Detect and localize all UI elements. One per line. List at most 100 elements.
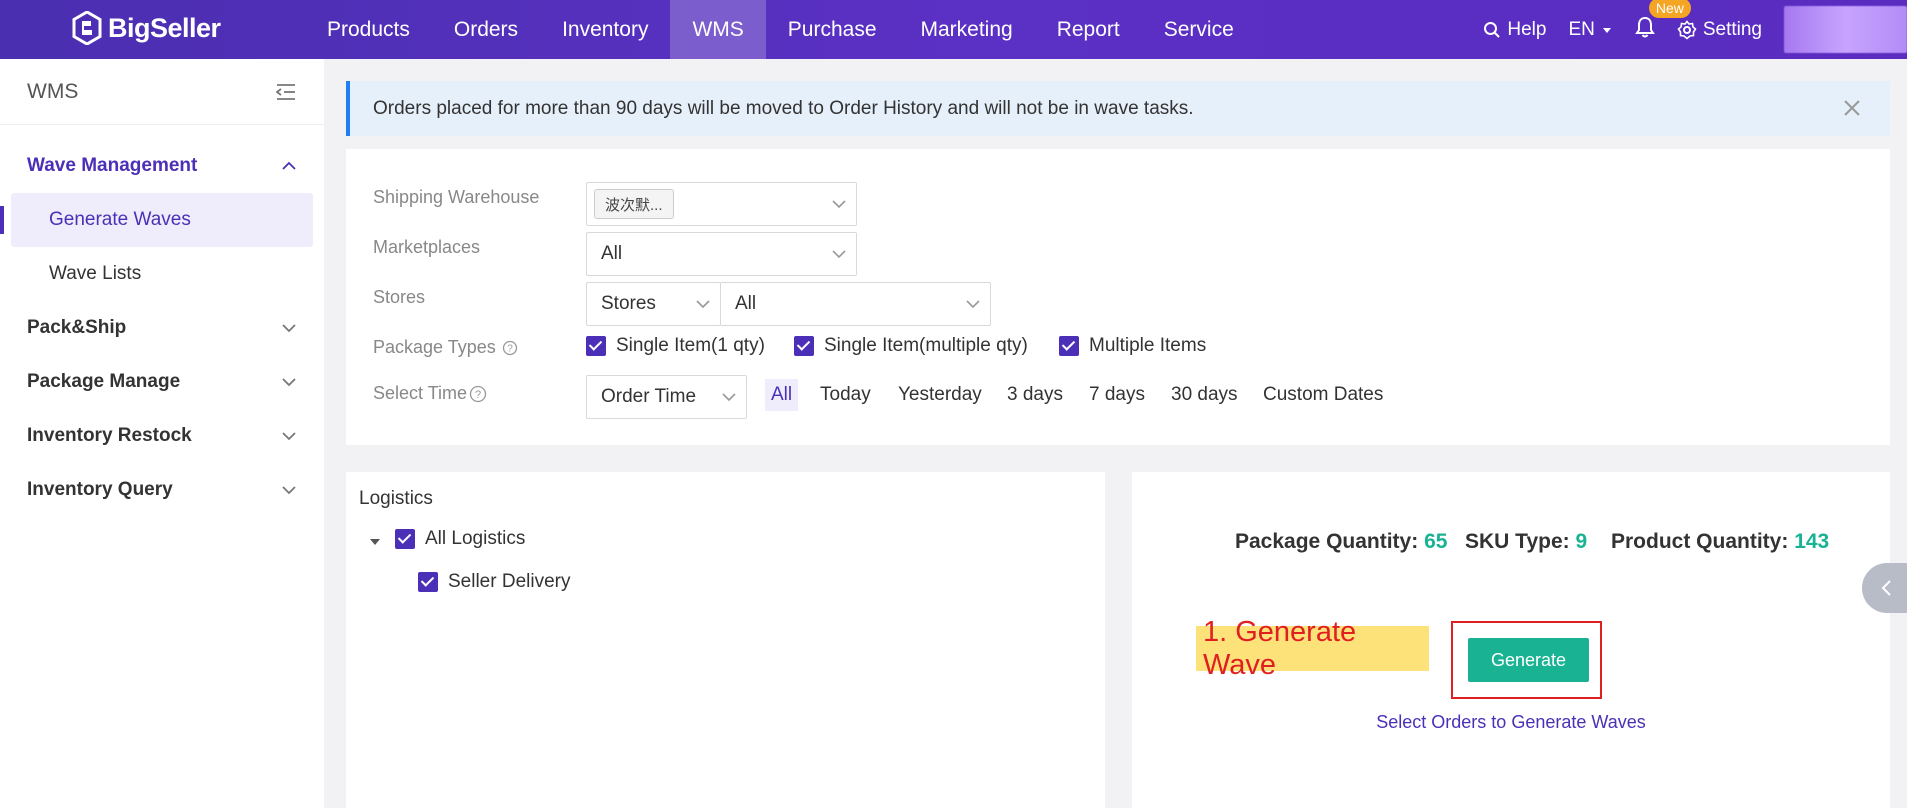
package-quantity-stat: Package Quantity: 65 xyxy=(1235,530,1447,554)
sidebar-group-label: Wave Management xyxy=(27,155,198,176)
annotation-label: 1. Generate Wave xyxy=(1196,616,1429,681)
stores-type-value: Stores xyxy=(601,293,656,314)
brand-name: BigSeller xyxy=(108,12,221,43)
package-types-label: Package Types xyxy=(373,337,496,357)
seller-delivery-label: Seller Delivery xyxy=(448,571,571,592)
sidebar-item-wave-lists[interactable]: Wave Lists xyxy=(0,247,324,301)
checkbox-checked[interactable] xyxy=(418,572,438,592)
nav-service[interactable]: Service xyxy=(1142,0,1256,59)
package-type-multiple[interactable]: Multiple Items xyxy=(1059,335,1206,357)
help-circle-icon[interactable]: ? xyxy=(502,340,518,356)
help-link[interactable]: Help xyxy=(1483,19,1546,41)
notifications-button[interactable]: New xyxy=(1634,0,1691,44)
marketplaces-label: Marketplaces xyxy=(373,237,481,257)
close-icon[interactable] xyxy=(1839,95,1865,121)
sidebar-group-label: Inventory Query xyxy=(27,479,173,500)
sidebar-group-package-manage[interactable]: Package Manage xyxy=(0,355,324,409)
time-option-3-days[interactable]: 3 days xyxy=(1007,379,1063,411)
package-type-single-multi[interactable]: Single Item(multiple qty) xyxy=(794,335,1028,357)
setting-link[interactable]: Setting xyxy=(1677,19,1762,41)
marketplaces-value: All xyxy=(601,243,623,264)
sku-type-stat: SKU Type: 9 xyxy=(1465,530,1587,554)
setting-label: Setting xyxy=(1702,18,1762,40)
gear-icon xyxy=(1677,19,1697,40)
package-type-single-1[interactable]: Single Item(1 qty) xyxy=(586,335,765,357)
language-label: EN xyxy=(1568,18,1595,40)
nav-orders[interactable]: Orders xyxy=(432,0,540,59)
checkbox-checked[interactable] xyxy=(1059,336,1079,356)
caret-down-icon[interactable] xyxy=(369,537,381,547)
time-option-custom-dates[interactable]: Custom Dates xyxy=(1263,379,1383,411)
nav-inventory[interactable]: Inventory xyxy=(540,0,670,59)
product-quantity-stat: Product Quantity: 143 xyxy=(1611,530,1829,554)
sidebar-title: WMS xyxy=(27,79,79,103)
info-alert: Orders placed for more than 90 days will… xyxy=(346,81,1890,136)
time-option-30-days[interactable]: 30 days xyxy=(1171,379,1238,411)
checkbox-checked[interactable] xyxy=(395,529,415,549)
select-time-label-wrap: Select Time ? xyxy=(373,383,487,404)
shipping-warehouse-label: Shipping Warehouse xyxy=(373,187,540,207)
time-option-yesterday[interactable]: Yesterday xyxy=(898,379,982,411)
bigseller-logo[interactable]: BigSeller xyxy=(72,11,221,45)
shipping-warehouse-select[interactable]: 波次默... xyxy=(586,182,857,226)
user-avatar[interactable] xyxy=(1784,6,1907,53)
main-nav: Products Orders Inventory WMS Purchase M… xyxy=(305,0,1256,59)
collapse-menu-icon[interactable] xyxy=(276,83,296,101)
all-logistics-label: All Logistics xyxy=(425,528,526,549)
bigseller-logo-icon xyxy=(72,11,102,45)
time-type-value: Order Time xyxy=(601,386,697,407)
checkbox-checked[interactable] xyxy=(794,336,814,356)
time-option-7-days[interactable]: 7 days xyxy=(1089,379,1145,411)
chevron-down-icon xyxy=(832,250,846,259)
chevron-down-icon xyxy=(282,324,296,333)
package-quantity-label: Package Quantity: xyxy=(1235,530,1419,553)
stores-select[interactable]: All xyxy=(720,282,991,326)
sidebar-header: WMS xyxy=(0,59,324,125)
chevron-down-icon xyxy=(282,432,296,441)
stores-type-select[interactable]: Stores xyxy=(586,282,721,326)
package-quantity-value: 65 xyxy=(1424,530,1448,553)
chevron-down-icon xyxy=(282,378,296,387)
top-navbar: BigSeller Products Orders Inventory WMS … xyxy=(0,0,1907,59)
svg-text:?: ? xyxy=(475,389,481,401)
sidebar-group-pack-ship[interactable]: Pack&Ship xyxy=(0,301,324,355)
all-logistics-item[interactable]: All Logistics xyxy=(395,528,525,550)
generate-button[interactable]: Generate xyxy=(1468,638,1589,682)
sidebar-group-label: Package Manage xyxy=(27,371,181,392)
time-type-select[interactable]: Order Time xyxy=(586,375,747,419)
select-orders-link[interactable]: Select Orders to Generate Waves xyxy=(1132,712,1890,733)
product-quantity-label: Product Quantity: xyxy=(1611,530,1789,553)
logistics-title: Logistics xyxy=(359,488,433,509)
help-label: Help xyxy=(1507,18,1547,40)
expand-panel-tab[interactable] xyxy=(1862,563,1907,613)
caret-down-icon xyxy=(1602,27,1611,33)
sidebar-group-inventory-restock[interactable]: Inventory Restock xyxy=(0,409,324,463)
svg-text:?: ? xyxy=(507,343,513,354)
checkbox-checked[interactable] xyxy=(586,336,606,356)
nav-wms[interactable]: WMS xyxy=(670,0,766,59)
warehouse-tag[interactable]: 波次默... xyxy=(594,189,674,219)
package-type-label: Single Item(multiple qty) xyxy=(824,335,1028,356)
sidebar-group-inventory-query[interactable]: Inventory Query xyxy=(0,463,324,517)
nav-purchase[interactable]: Purchase xyxy=(766,0,899,59)
seller-delivery-item[interactable]: Seller Delivery xyxy=(418,571,570,593)
time-option-today[interactable]: Today xyxy=(820,379,871,411)
sidebar-group-wave-management[interactable]: Wave Management xyxy=(0,139,324,193)
language-selector[interactable]: EN xyxy=(1568,19,1612,41)
nav-products[interactable]: Products xyxy=(305,0,432,59)
stores-value: All xyxy=(735,293,757,314)
time-option-all[interactable]: All xyxy=(765,379,799,411)
summary-panel: Package Quantity: 65 SKU Type: 9 Product… xyxy=(1132,472,1890,808)
marketplaces-select[interactable]: All xyxy=(586,232,857,276)
sidebar: WMS Wave Management Generate Waves Wave … xyxy=(0,59,324,808)
sku-type-value: 9 xyxy=(1575,530,1588,553)
nav-report[interactable]: Report xyxy=(1035,0,1142,59)
help-circle-icon[interactable]: ? xyxy=(469,385,487,403)
top-right-tools: Help EN New Setting xyxy=(1483,0,1907,59)
product-quantity-value: 143 xyxy=(1794,530,1830,553)
nav-marketing[interactable]: Marketing xyxy=(899,0,1035,59)
sidebar-item-generate-waves[interactable]: Generate Waves xyxy=(0,193,313,247)
chevron-up-icon xyxy=(282,161,296,170)
chevron-down-icon xyxy=(832,200,846,209)
package-type-label: Single Item(1 qty) xyxy=(616,335,765,356)
